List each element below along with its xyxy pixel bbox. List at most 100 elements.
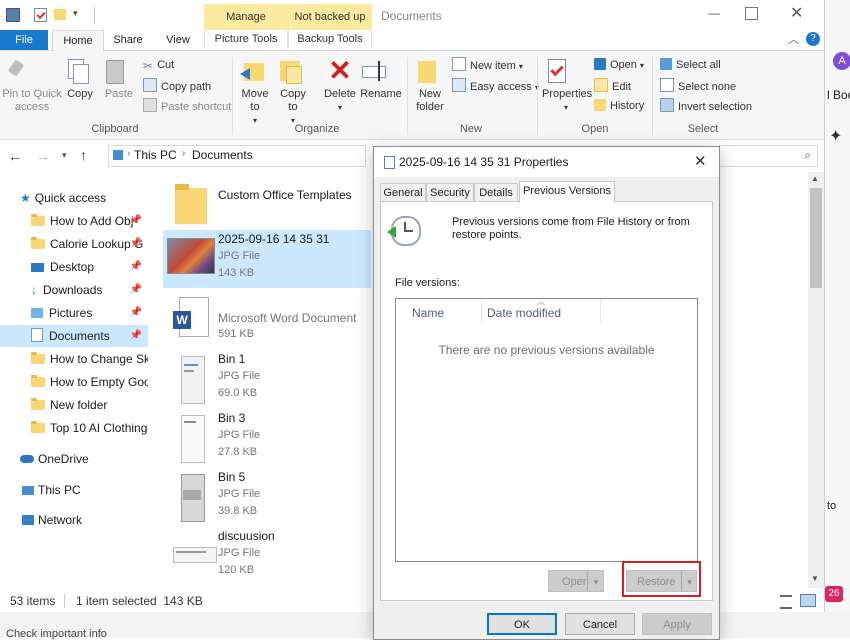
nav-quick-access[interactable]: ★ Quick access — [0, 187, 148, 209]
tab-security[interactable]: Security — [426, 183, 474, 203]
nav-network[interactable]: Network — [0, 509, 148, 531]
tab-home[interactable]: Home — [52, 30, 104, 51]
previous-versions-info: Previous versions come from File History… — [452, 216, 690, 241]
new-folder-quick-icon[interactable] — [54, 9, 66, 20]
file-item-custom-office-templates[interactable]: Custom Office Templates — [163, 174, 371, 232]
back-button[interactable]: ← — [8, 148, 22, 164]
avatar[interactable]: A — [833, 52, 850, 70]
select-none-button[interactable]: Select none — [660, 78, 736, 94]
copy-label: Copy — [67, 88, 93, 100]
edit-button[interactable]: Edit — [594, 78, 631, 94]
open-split-chevron-icon[interactable]: ▾ — [587, 571, 604, 591]
tab-file[interactable]: File — [0, 30, 48, 50]
nav-onedrive[interactable]: OneDrive — [0, 448, 148, 470]
notification-badge: 26 — [825, 586, 843, 602]
breadcrumb-documents[interactable]: Documents — [192, 148, 253, 162]
copy-to-button[interactable]: Copy to ▾ — [276, 57, 310, 127]
recent-locations-icon[interactable]: ▾ — [62, 150, 67, 161]
open-button[interactable]: Open ▾ — [594, 57, 644, 73]
copy-path-button[interactable]: Copy path — [143, 78, 211, 94]
file-item-bin-3[interactable]: Bin 3 JPG File 27.8 KB — [163, 409, 371, 467]
scroll-down-icon[interactable]: ▼ — [811, 574, 819, 583]
ok-button[interactable]: OK — [487, 613, 557, 635]
collapse-ribbon-icon[interactable]: ︿ — [788, 31, 799, 47]
help-icon[interactable]: ? — [806, 32, 820, 46]
nav-this-pc[interactable]: This PC — [0, 479, 148, 501]
image-file-icon — [384, 156, 395, 169]
file-item-discuusion[interactable]: discuusion JPG File 120 KB — [163, 527, 371, 585]
cut-button[interactable]: ✂ Cut — [143, 57, 174, 73]
sparkle-icon[interactable]: ✦ — [829, 126, 842, 146]
rename-button[interactable]: Rename — [360, 57, 402, 101]
nav-item-new-folder[interactable]: New folder — [0, 394, 148, 416]
move-to-button[interactable]: Move to ▾ — [238, 57, 272, 127]
forward-button[interactable]: → — [36, 148, 50, 164]
file-versions-list[interactable]: Name ︿ Date modified There are no previo… — [395, 297, 698, 562]
tab-general[interactable]: General — [380, 183, 426, 203]
column-date-label: Date modified — [487, 306, 562, 320]
restore-button[interactable]: Restore ▾ — [626, 570, 697, 592]
nav-item-pictures[interactable]: Pictures 📌 — [0, 302, 148, 324]
pin-icon: 📌 — [129, 330, 142, 341]
nav-item-empty-google[interactable]: How to Empty Goog — [0, 371, 148, 393]
scroll-up-icon[interactable]: ▲ — [811, 174, 819, 183]
history-button[interactable]: History — [594, 98, 644, 114]
delete-button[interactable]: ✕ Delete ▾ — [322, 57, 358, 114]
open-version-button[interactable]: Open ▾ — [548, 570, 604, 592]
copy-button[interactable]: Copy — [62, 57, 98, 101]
downloads-icon: ↓ — [31, 283, 37, 297]
search-input[interactable]: ⌕ — [718, 145, 818, 167]
tab-details[interactable]: Details — [474, 183, 518, 203]
select-all-button[interactable]: Select all — [660, 57, 721, 73]
cancel-button[interactable]: Cancel — [565, 613, 635, 635]
breadcrumb-separator-icon: › — [127, 148, 131, 159]
properties-quick-icon[interactable] — [34, 8, 47, 22]
new-folder-button[interactable]: New folder — [412, 57, 448, 114]
invert-selection-button[interactable]: Invert selection — [660, 98, 752, 114]
maximize-button[interactable] — [745, 7, 758, 20]
nav-item-downloads[interactable]: ↓ Downloads 📌 — [0, 279, 148, 301]
column-header-name[interactable]: Name — [396, 299, 482, 323]
paste-shortcut-button[interactable]: Paste shortcut — [143, 98, 231, 114]
details-view-icon[interactable] — [780, 595, 792, 609]
tab-backup-tools[interactable]: Backup Tools — [288, 30, 372, 48]
up-button[interactable]: ↑ — [80, 147, 87, 163]
cut-icon: ✂ — [143, 59, 154, 73]
nav-item-documents[interactable]: Documents 📌 — [0, 325, 148, 347]
pin-quick-access-button[interactable]: Pin to Quick access — [2, 57, 62, 114]
minimize-button[interactable]: — — [700, 6, 728, 24]
image-thumbnail-icon — [167, 238, 215, 274]
file-item-bin-5[interactable]: Bin 5 JPG File 39.8 KB — [163, 468, 371, 526]
nav-item-change-skin[interactable]: How to Change Skin — [0, 348, 148, 370]
clipboard-group-label: Clipboard — [91, 123, 139, 135]
nav-item-how-to-add[interactable]: How to Add Obj 📌 — [0, 210, 148, 232]
tab-previous-versions[interactable]: Previous Versions — [519, 181, 615, 203]
new-item-button[interactable]: New item ▾ — [452, 57, 523, 73]
tab-view[interactable]: View — [156, 30, 200, 50]
nav-item-top-10-ai[interactable]: Top 10 AI Clothing C — [0, 417, 148, 439]
easy-access-icon — [452, 78, 466, 92]
paste-button[interactable]: Paste — [100, 57, 138, 101]
file-type: JPG File — [218, 547, 261, 559]
close-button[interactable]: ✕ — [790, 3, 803, 23]
tab-picture-tools[interactable]: Picture Tools — [204, 30, 288, 48]
nav-item-desktop[interactable]: Desktop 📌 — [0, 256, 148, 278]
quick-access-dropdown-icon[interactable]: ▾ — [73, 8, 78, 19]
large-icons-view-icon[interactable] — [800, 594, 816, 607]
scroll-thumb[interactable] — [810, 188, 822, 288]
file-item-bin-1[interactable]: Bin 1 JPG File 69.0 KB — [163, 350, 371, 408]
properties-button[interactable]: Properties ▾ — [542, 57, 592, 114]
tab-share[interactable]: Share — [106, 30, 150, 50]
invert-selection-label: Invert selection — [678, 101, 752, 113]
easy-access-button[interactable]: Easy access ▾ — [452, 78, 539, 94]
file-item-word-document[interactable]: W Microsoft Word Document 591 KB — [163, 291, 371, 349]
file-list-scrollbar[interactable]: ▲ ▼ — [808, 172, 824, 588]
restore-split-chevron-icon[interactable]: ▾ — [681, 571, 697, 591]
file-item-2025-09-16[interactable]: 2025-09-16 14 35 31 JPG File 143 KB — [163, 230, 371, 288]
dialog-close-button[interactable]: ✕ — [694, 152, 707, 170]
address-bar[interactable]: › This PC › Documents — [108, 145, 366, 167]
apply-button[interactable]: Apply — [642, 613, 712, 635]
column-header-date-modified[interactable]: ︿ Date modified — [481, 297, 601, 323]
breadcrumb-this-pc[interactable]: This PC — [134, 148, 177, 162]
nav-item-calorie-lookup[interactable]: Calorie Lookup G 📌 — [0, 233, 148, 255]
